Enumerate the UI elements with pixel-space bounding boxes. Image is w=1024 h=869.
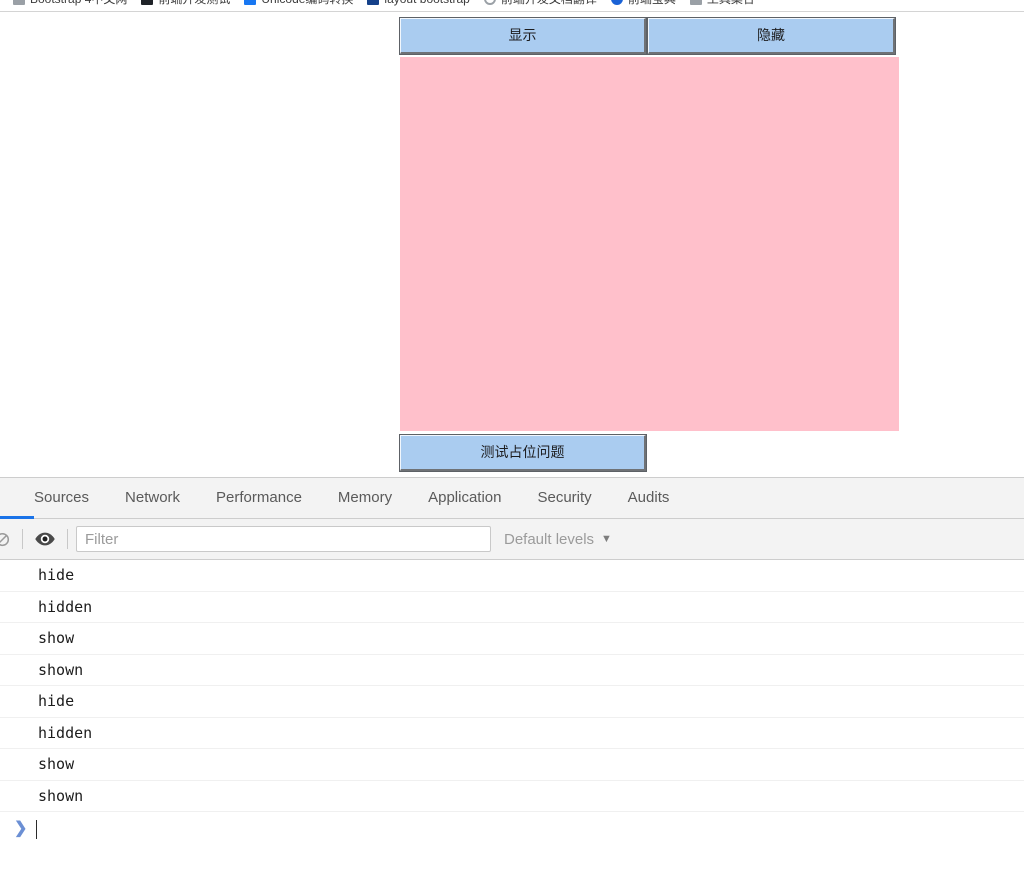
page-viewport: 显示 隐藏 测试占位问题 xyxy=(0,12,1024,477)
console-toolbar: Default levels ▼ xyxy=(0,519,1024,560)
top-button-row: 显示 隐藏 xyxy=(399,17,899,55)
hide-button[interactable]: 隐藏 xyxy=(647,17,896,55)
console-message-text: hide xyxy=(38,566,75,585)
console-message-text: show xyxy=(38,629,75,648)
console-prompt[interactable]: ❯ xyxy=(0,812,1024,846)
dark-square-icon xyxy=(141,0,154,5)
bookmark-label: 前端宝典 xyxy=(628,0,676,7)
bookmark-item[interactable]: 工具集合 xyxy=(683,0,762,10)
console-message-text: hidden xyxy=(38,723,93,742)
eye-icon[interactable] xyxy=(31,526,59,552)
prompt-chevron-icon: ❯ xyxy=(14,820,28,837)
bookmarks-bar: Bootstrap 4中文网 前端开发测试 Unicode编码转换 layout… xyxy=(0,0,1024,12)
console-message-text: hidden xyxy=(38,597,93,616)
bookmark-label: Unicode编码转换 xyxy=(261,0,353,7)
demo-widget: 显示 隐藏 测试占位问题 xyxy=(399,17,899,472)
console-message-text: shown xyxy=(38,660,84,679)
tab-security[interactable]: Security xyxy=(519,478,609,518)
bookmark-label: 前端开发文档翻译 xyxy=(501,0,597,7)
placeholder-test-button[interactable]: 测试占位问题 xyxy=(399,434,647,472)
log-levels-dropdown[interactable]: Default levels ▼ xyxy=(504,531,612,548)
console-message-list[interactable]: hide hidden show shown hide hidden show xyxy=(0,560,1024,869)
bookmark-item[interactable]: layout bootstrap xyxy=(360,0,476,10)
active-tab-indicator xyxy=(0,516,34,519)
console-message-row[interactable]: hidden xyxy=(0,591,1024,623)
bookmark-item[interactable]: 前端开发文档翻译 xyxy=(477,0,604,10)
facebook-icon xyxy=(244,0,257,5)
show-button[interactable]: 显示 xyxy=(399,17,647,55)
devtools-panel: Sources Network Performance Memory Appli… xyxy=(0,477,1024,869)
tab-application[interactable]: Application xyxy=(410,478,519,518)
grey-square-icon xyxy=(689,0,702,5)
bookmark-label: 工具集合 xyxy=(707,0,755,7)
tab-network[interactable]: Network xyxy=(107,478,198,518)
chevron-down-icon: ▼ xyxy=(601,533,612,545)
console-message-row[interactable]: hide xyxy=(0,686,1024,718)
bookmark-item[interactable]: 前端宝典 xyxy=(604,0,683,10)
clear-console-icon[interactable] xyxy=(0,532,14,547)
blue-dot-icon xyxy=(610,0,623,5)
bookmark-item[interactable]: Unicode编码转换 xyxy=(237,0,360,10)
filter-input[interactable] xyxy=(76,526,491,552)
grey-square-icon xyxy=(13,0,25,5)
console-message-row[interactable]: hidden xyxy=(0,717,1024,749)
tab-memory[interactable]: Memory xyxy=(320,478,410,518)
pink-content-panel xyxy=(400,57,899,431)
console-message-row[interactable]: show xyxy=(0,623,1024,655)
console-message-row[interactable]: shown xyxy=(0,780,1024,812)
console-message-row[interactable]: hide xyxy=(0,560,1024,592)
console-message-row[interactable]: show xyxy=(0,749,1024,781)
tab-performance[interactable]: Performance xyxy=(198,478,320,518)
bookmark-label: 前端开发测试 xyxy=(158,0,230,7)
tab-sources[interactable]: Sources xyxy=(16,478,107,518)
bookmark-label: Bootstrap 4中文网 xyxy=(30,0,127,7)
ring-icon xyxy=(483,0,496,5)
log-levels-label: Default levels xyxy=(504,530,595,548)
bookmark-label: layout bootstrap xyxy=(384,0,469,6)
toolbar-divider xyxy=(22,529,23,549)
devtools-tab-bar: Sources Network Performance Memory Appli… xyxy=(0,478,1024,519)
tab-audits[interactable]: Audits xyxy=(610,478,688,518)
text-cursor xyxy=(36,819,37,839)
navy-square-icon xyxy=(367,0,380,5)
console-message-text: shown xyxy=(38,786,84,805)
bookmark-item[interactable]: 前端开发测试 xyxy=(134,0,237,10)
console-message-text: hide xyxy=(38,692,75,711)
toolbar-divider xyxy=(67,529,68,549)
console-message-row[interactable]: shown xyxy=(0,654,1024,686)
console-message-text: show xyxy=(38,755,75,774)
bookmark-item[interactable]: Bootstrap 4中文网 xyxy=(6,0,134,10)
